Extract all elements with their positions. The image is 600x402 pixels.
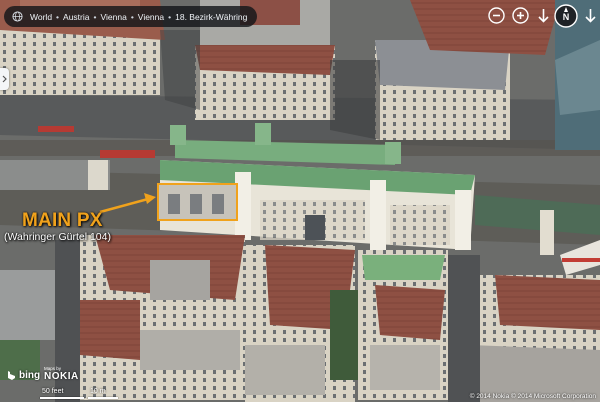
breadcrumb-separator: • — [168, 11, 172, 22]
bottom-right-block — [470, 275, 600, 402]
breadcrumb-item-country[interactable]: Austria — [63, 12, 89, 22]
compass-icon: N — [554, 4, 578, 28]
rotate-right-button[interactable] — [582, 7, 599, 24]
bing-logo: bing — [6, 370, 40, 381]
nokia-label: NOKIA — [44, 371, 79, 382]
annotation-title: MAIN PX — [22, 210, 103, 231]
down-arrow-icon — [538, 9, 549, 23]
breadcrumb-separator: • — [56, 11, 60, 22]
compass-letter: N — [563, 12, 570, 22]
map-viewport[interactable]: World • Austria • Vienna • Vienna • 18. … — [0, 0, 600, 402]
bottom-left-block — [80, 235, 245, 400]
nokia-logo: Maps by NOKIA — [44, 366, 79, 382]
breadcrumb-item-city[interactable]: Vienna — [138, 12, 164, 22]
scale-bar: 50 feet 10 m — [6, 388, 118, 400]
zoom-out-button[interactable] — [488, 7, 505, 24]
scale-meters-label: 10 m — [90, 388, 106, 395]
globe-icon — [12, 11, 23, 22]
breadcrumb-separator: • — [130, 11, 134, 22]
breadcrumb-item-district[interactable]: 18. Bezirk-Währing — [175, 12, 247, 22]
aerial-imagery[interactable] — [0, 0, 600, 402]
chevron-right-icon — [2, 75, 7, 83]
bing-icon — [8, 370, 15, 380]
compass-button[interactable]: N — [554, 4, 578, 28]
bottom-right-center-block — [358, 250, 448, 400]
bottom-center-block — [245, 245, 360, 402]
scale-feet-label: 50 feet — [42, 388, 64, 395]
scale-meters-bar — [88, 397, 118, 399]
bing-label: bing — [19, 370, 41, 381]
breadcrumb-separator: • — [93, 11, 97, 22]
breadcrumb-item-world[interactable]: World — [30, 12, 52, 22]
side-panel-toggle[interactable] — [0, 68, 9, 90]
annotation-subtitle: (Wahringer Gürtel 104) — [4, 231, 111, 243]
plus-icon — [512, 7, 529, 24]
zoom-in-button[interactable] — [512, 7, 529, 24]
copyright-notice: © 2014 Nokia © 2014 Microsoft Corporatio… — [469, 393, 596, 400]
breadcrumb: World • Austria • Vienna • Vienna • 18. … — [4, 6, 258, 27]
down-arrow-icon — [585, 9, 596, 23]
breadcrumb-item-state[interactable]: Vienna — [100, 12, 126, 22]
rotate-left-button[interactable] — [535, 7, 552, 24]
minus-icon — [488, 7, 505, 24]
scale-feet-bar — [40, 397, 84, 399]
